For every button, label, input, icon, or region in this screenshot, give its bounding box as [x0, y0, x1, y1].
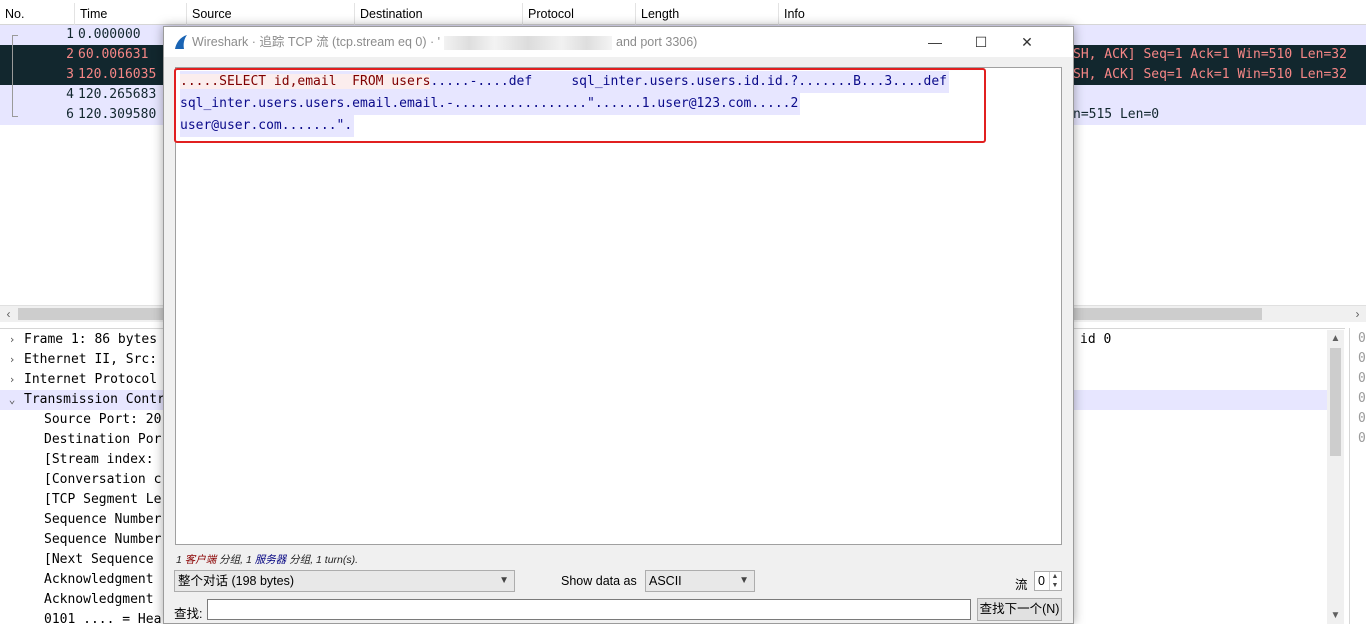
summary-server-label: 服务器 [254, 554, 287, 566]
close-button[interactable]: ✕ [1004, 27, 1050, 57]
detail-text: [TCP Segment Le [44, 492, 162, 507]
conversation-bracket-bottom [12, 116, 18, 117]
column-header-length[interactable]: Length [636, 3, 779, 25]
packet-no: 2 [66, 47, 74, 62]
dialog-title-prefix: Wireshark · 追踪 TCP 流 (tcp.stream eq 0) ·… [192, 35, 441, 49]
detail-text: Transmission Contr [24, 392, 165, 407]
conversation-select[interactable]: 整个对话 (198 bytes) ▼ [174, 570, 515, 592]
conversation-bracket-line [12, 35, 13, 117]
detail-text: 0101 .... = Hea [44, 612, 162, 624]
column-header-info[interactable]: Info [779, 3, 1366, 25]
byte-char: 0 [1358, 331, 1366, 346]
byte-char: 0 [1358, 391, 1366, 406]
detail-text-right: id 0 [1080, 332, 1112, 347]
chevron-right-icon[interactable]: › [6, 330, 18, 350]
stream-summary: 1 客户端 分组, 1 服务器 分组, 1 turn(s). [176, 552, 358, 567]
chevron-down-icon: ▼ [499, 575, 509, 586]
conversation-bracket-top [12, 35, 18, 36]
detail-text: [Next Sequence [44, 552, 154, 567]
spin-up-icon[interactable]: ▲ [1049, 572, 1060, 581]
packet-no: 3 [66, 67, 74, 82]
detail-text: Destination Por [44, 432, 162, 447]
show-data-select-value: ASCII [649, 574, 682, 588]
packet-no: 6 [66, 107, 74, 122]
redacted-address [444, 35, 613, 50]
byte-char: 0 [1358, 351, 1366, 366]
detail-text: Frame 1: 86 bytes [24, 332, 158, 347]
packet-info: n=515 Len=0 [1073, 107, 1160, 122]
packet-info: SH, ACK] Seq=1 Ack=1 Win=510 Len=32 [1073, 67, 1347, 82]
spin-down-icon[interactable]: ▼ [1049, 581, 1060, 590]
scroll-up-icon[interactable]: ▲ [1327, 330, 1344, 347]
packet-time: 0.000000 [78, 27, 141, 42]
scroll-left-icon[interactable]: ‹ [0, 306, 17, 323]
column-header-protocol[interactable]: Protocol [523, 3, 636, 25]
show-data-label: Show data as [561, 574, 637, 588]
detail-text: Sequence Number [44, 512, 162, 527]
summary-text: 分组, 1 [216, 554, 255, 566]
detail-text: Sequence Number [44, 532, 162, 547]
packet-time: 120.309580 [78, 107, 157, 122]
dialog-titlebar[interactable]: Wireshark · 追踪 TCP 流 (tcp.stream eq 0) ·… [164, 27, 1073, 57]
packet-info: SH, ACK] Seq=1 Ack=1 Win=510 Len=32 [1073, 47, 1347, 62]
column-header-time[interactable]: Time [75, 3, 187, 25]
packet-no: 1 [66, 27, 74, 42]
detail-text: Acknowledgment [44, 572, 154, 587]
maximize-button[interactable]: ☐ [958, 27, 1004, 57]
summary-text: 1 [176, 554, 185, 566]
detail-text: Source Port: 20 [44, 412, 162, 427]
byte-char: 0 [1358, 411, 1366, 426]
packet-list-header: No. Time Source Destination Protocol Len… [0, 3, 1366, 25]
minimize-button[interactable]: — [912, 27, 958, 57]
detail-text: Ethernet II, Src: [24, 352, 158, 367]
chevron-down-icon: ▼ [739, 575, 749, 586]
stream-number-value: 0 [1038, 574, 1045, 588]
packet-time: 120.265683 [78, 87, 157, 102]
byte-char: 0 [1358, 371, 1366, 386]
stream-number-stepper[interactable]: 0 ▲ ▼ [1034, 571, 1062, 591]
stream-label: 流 [1015, 578, 1028, 592]
show-data-select[interactable]: ASCII ▼ [645, 570, 755, 592]
column-header-source[interactable]: Source [187, 3, 355, 25]
scroll-thumb[interactable] [1330, 348, 1341, 456]
follow-tcp-stream-dialog: Wireshark · 追踪 TCP 流 (tcp.stream eq 0) ·… [163, 26, 1074, 624]
detail-text: Acknowledgment [44, 592, 154, 607]
scroll-down-icon[interactable]: ▼ [1327, 607, 1344, 624]
detail-text: Internet Protocol [24, 372, 158, 387]
byte-char: 0 [1358, 431, 1366, 446]
find-label: 查找: [174, 607, 203, 621]
column-header-destination[interactable]: Destination [355, 3, 523, 25]
details-vscrollbar[interactable]: ▲ ▼ [1327, 330, 1344, 624]
find-next-button[interactable]: 查找下一个(N) [977, 598, 1062, 621]
column-header-no[interactable]: No. [0, 3, 75, 25]
conversation-select-value: 整个对话 (198 bytes) [178, 574, 295, 588]
packet-no: 4 [66, 87, 74, 102]
packet-time: 120.016035 [78, 67, 157, 82]
scroll-right-icon[interactable]: › [1349, 306, 1366, 323]
chevron-right-icon[interactable]: › [6, 370, 18, 390]
packet-time: 60.006631 [78, 47, 149, 62]
wireshark-fin-icon [175, 35, 187, 49]
chevron-down-icon[interactable]: ⌄ [6, 390, 18, 410]
dialog-title: Wireshark · 追踪 TCP 流 (tcp.stream eq 0) ·… [192, 27, 697, 57]
find-input[interactable] [207, 599, 971, 620]
chevron-right-icon[interactable]: › [6, 350, 18, 370]
summary-text: 分组, 1 turn(s). [286, 554, 359, 566]
detail-text: [Stream index: [44, 452, 154, 467]
dialog-title-suffix: and port 3306) [616, 35, 698, 49]
annotation-highlight-box [174, 68, 986, 143]
summary-client-label: 客户端 [184, 554, 217, 566]
packet-bytes-pane[interactable]: 0 0 0 0 0 0 [1349, 328, 1366, 624]
detail-text: [Conversation c [44, 472, 162, 487]
